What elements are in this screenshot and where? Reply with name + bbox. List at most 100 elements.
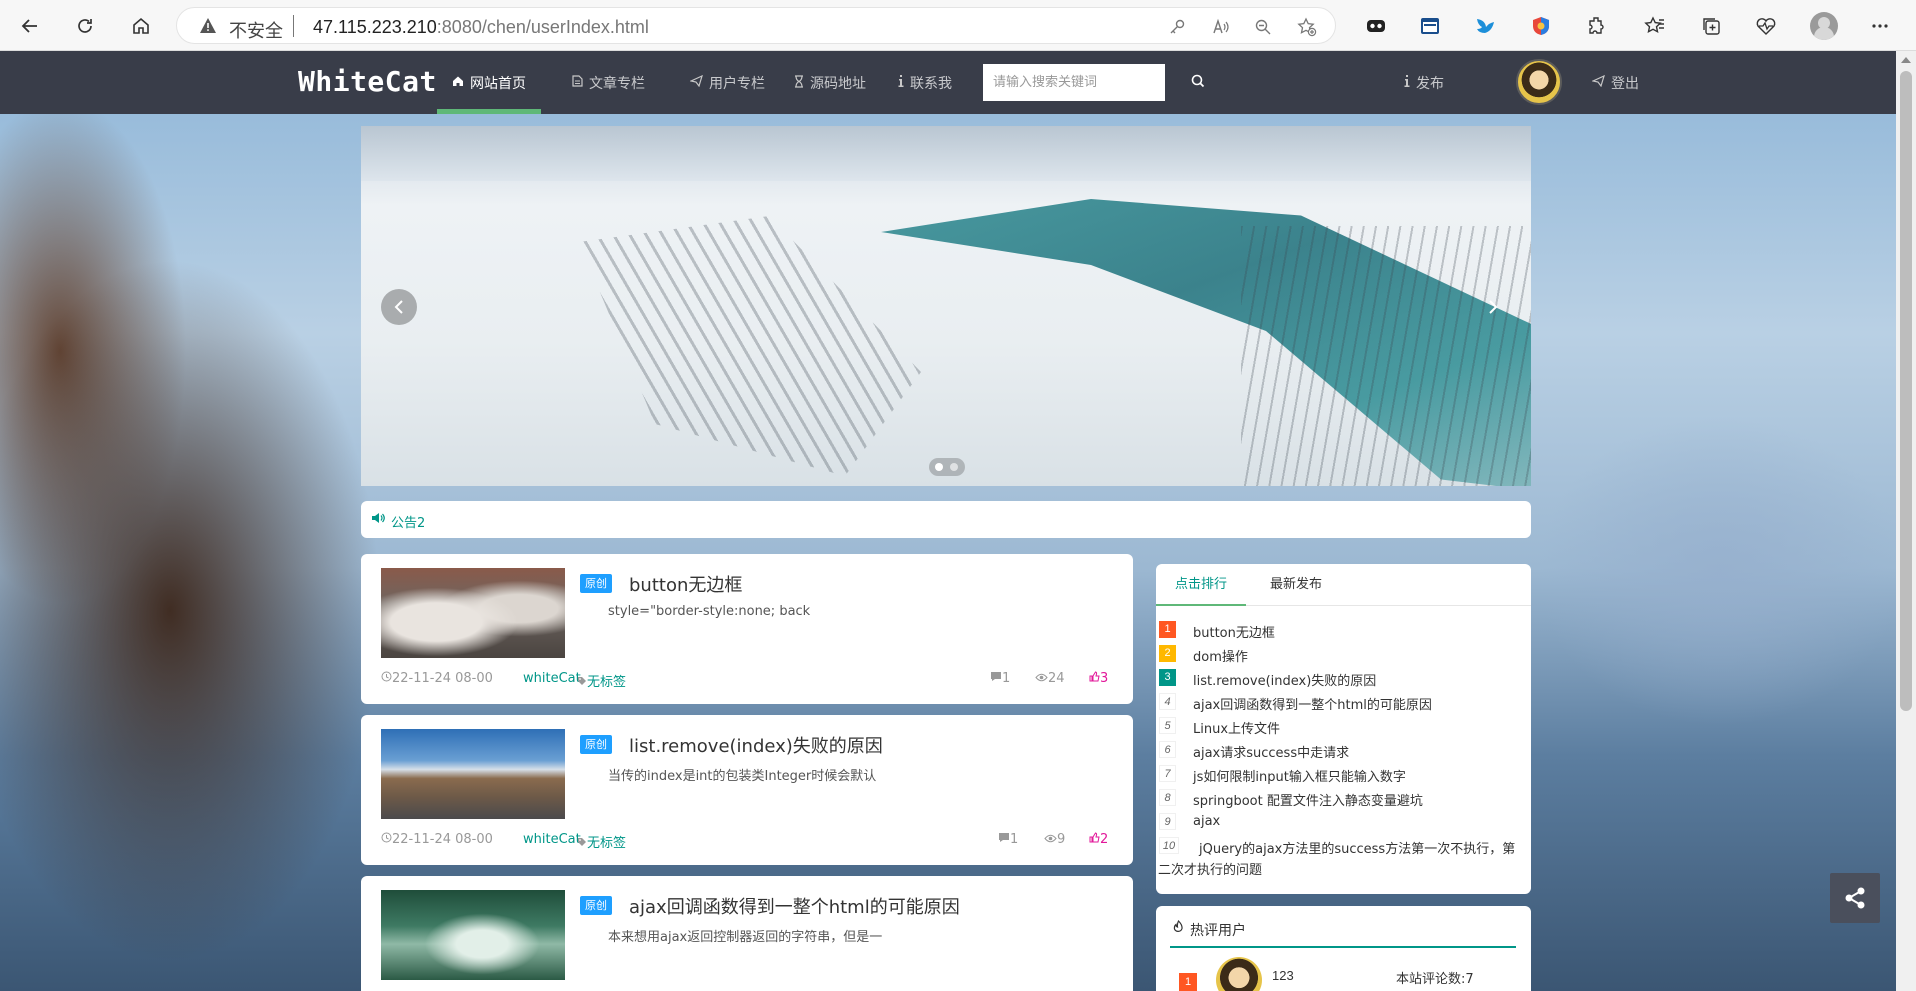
more-menu-icon[interactable] [1866,12,1894,40]
nav-source[interactable]: 源码地址 [794,51,866,114]
article-views-count: 9 [1057,832,1066,847]
banner-carousel[interactable] [361,126,1531,486]
rank-item[interactable]: 9 ajax [1156,810,1531,834]
extension-bird-icon[interactable] [1471,12,1499,40]
share-button[interactable] [1830,873,1880,923]
warning-icon[interactable] [199,17,217,35]
article-likes[interactable]: 2 [1089,832,1108,847]
profile-avatar-icon[interactable] [1810,12,1838,40]
rank-number: 6 [1159,741,1176,758]
insecure-label[interactable]: 不安全 [229,17,283,43]
user-avatar[interactable] [1516,59,1562,105]
article-comments: 1 [990,671,1010,686]
nav-articles[interactable]: 文章专栏 [572,51,645,114]
collections-icon[interactable] [1697,12,1725,40]
article-title[interactable]: ajax回调函数得到一整个html的可能原因 [629,893,960,919]
search-input[interactable]: 请输入搜索关键词 [983,64,1165,101]
tab-latest[interactable]: 最新发布 [1251,564,1341,606]
rank-item[interactable]: 2 dom操作 [1156,642,1531,666]
rank-number: 2 [1159,645,1176,662]
hot-users-header: 热评用户 [1170,906,1516,948]
nav-users[interactable]: 用户专栏 [689,51,765,114]
info-icon [1404,75,1410,90]
rank-item[interactable]: 5 Linux上传文件 [1156,714,1531,738]
search-icon[interactable] [1190,73,1206,89]
send-icon [1591,74,1605,90]
url-path: :8080/chen/userIndex.html [436,17,649,37]
page-viewport: WhiteCat 网站首页 文章专栏 用户专栏 源码地址 联系我 请输入搜索关键… [0,51,1896,991]
rank-item[interactable]: 8 springboot 配置文件注入静态变量避坑 [1156,786,1531,810]
read-aloud-icon[interactable] [1209,15,1233,39]
scroll-thumb[interactable] [1900,71,1912,711]
rank-item[interactable]: 10 jQuery的ajax方法里的success方法第一次不执行，第 二次才执… [1156,834,1531,878]
hot-user-rank: 1 [1179,973,1197,991]
rank-item[interactable]: 3 list.remove(index)失败的原因 [1156,666,1531,690]
carousel-next-button[interactable] [1475,289,1511,325]
article-title[interactable]: list.remove(index)失败的原因 [629,732,883,758]
article-thumbnail[interactable] [381,729,565,819]
back-icon[interactable] [16,12,44,40]
address-separator [293,15,294,37]
article-comments-count: 1 [1002,671,1011,686]
nav-home[interactable]: 网站首页 [437,51,541,114]
send-icon [689,74,703,90]
article-author[interactable]: whiteCat [523,832,581,847]
nav-source-label: 源码地址 [810,75,866,92]
site-logo[interactable]: WhiteCat [298,65,437,98]
tag-icon [578,838,586,846]
article-excerpt: 本来想用ajax返回控制器返回的字符串，但是一 [608,930,883,945]
tab-click-rank[interactable]: 点击排行 [1156,564,1247,606]
article-likes-count: 2 [1100,832,1109,847]
article-likes[interactable]: 3 [1089,671,1108,686]
article-author[interactable]: whiteCat [523,671,581,686]
rank-title: ajax [1193,814,1221,829]
rank-item[interactable]: 4 ajax回调函数得到一整个html的可能原因 [1156,690,1531,714]
article-card[interactable]: 原创 button无边框 style="border-style:none; b… [361,554,1133,704]
article-tag[interactable]: 无标签 [577,832,626,851]
rank-title: Linux上传文件 [1193,722,1281,737]
extension-window-icon[interactable] [1416,12,1444,40]
favorites-icon[interactable] [1641,12,1669,40]
extensions-icon[interactable] [1583,12,1611,40]
article-card[interactable]: 原创 ajax回调函数得到一整个html的可能原因 本来想用ajax返回控制器返… [361,876,1133,991]
article-thumbnail[interactable] [381,890,565,980]
hourglass-icon [794,74,804,91]
carousel-prev-button[interactable] [381,289,417,325]
home-icon[interactable] [127,12,155,40]
nav-contact[interactable]: 联系我 [898,51,952,114]
extension-shield-icon[interactable] [1527,12,1555,40]
scroll-up-arrow-icon[interactable] [1901,57,1911,63]
ranking-panel: 点击排行 最新发布 1 button无边框 2 dom操作 3 list.remove… [1156,564,1531,894]
article-tag[interactable]: 无标签 [577,671,626,690]
notice-text[interactable]: 公告2 [391,512,425,531]
zoom-out-icon[interactable] [1251,15,1275,39]
article-date-text: 22-11-24 08-00 [392,832,493,847]
address-bar[interactable]: 不安全 47.115.223.210:8080/chen/userIndex.h… [176,7,1336,44]
browser-essentials-icon[interactable] [1752,12,1780,40]
url-host: 47.115.223.210 [313,17,437,37]
add-favorite-icon[interactable] [1295,15,1319,39]
refresh-icon[interactable] [71,12,99,40]
hot-user-name[interactable]: 123 [1272,968,1294,983]
carousel-dot[interactable] [935,463,943,471]
carousel-dot[interactable] [950,463,958,471]
article-thumbnail[interactable] [381,568,565,658]
hot-users-title: 热评用户 [1190,923,1246,939]
logout-link[interactable]: 登出 [1591,51,1639,114]
article-card[interactable]: 原创 list.remove(index)失败的原因 当传的index是int的… [361,715,1133,865]
url-text[interactable]: 47.115.223.210:8080/chen/userIndex.html [313,17,649,38]
rank-item[interactable]: 6 ajax请求success中走请求 [1156,738,1531,762]
publish-link[interactable]: 发布 [1404,51,1444,114]
hot-user-avatar[interactable] [1216,957,1262,991]
extension-mask-icon[interactable] [1362,12,1390,40]
share-icon [1845,887,1865,909]
rank-number: 5 [1159,717,1176,734]
rank-item[interactable]: 7 js如何限制input输入框只能输入数字 [1156,762,1531,786]
thumbs-up-icon [1089,671,1100,682]
rank-item[interactable]: 1 button无边框 [1156,618,1531,642]
original-badge: 原创 [580,735,612,754]
article-title[interactable]: button无边框 [629,571,742,597]
key-icon[interactable] [1165,15,1189,39]
page-scrollbar[interactable] [1896,51,1916,991]
clock-icon [381,671,392,682]
